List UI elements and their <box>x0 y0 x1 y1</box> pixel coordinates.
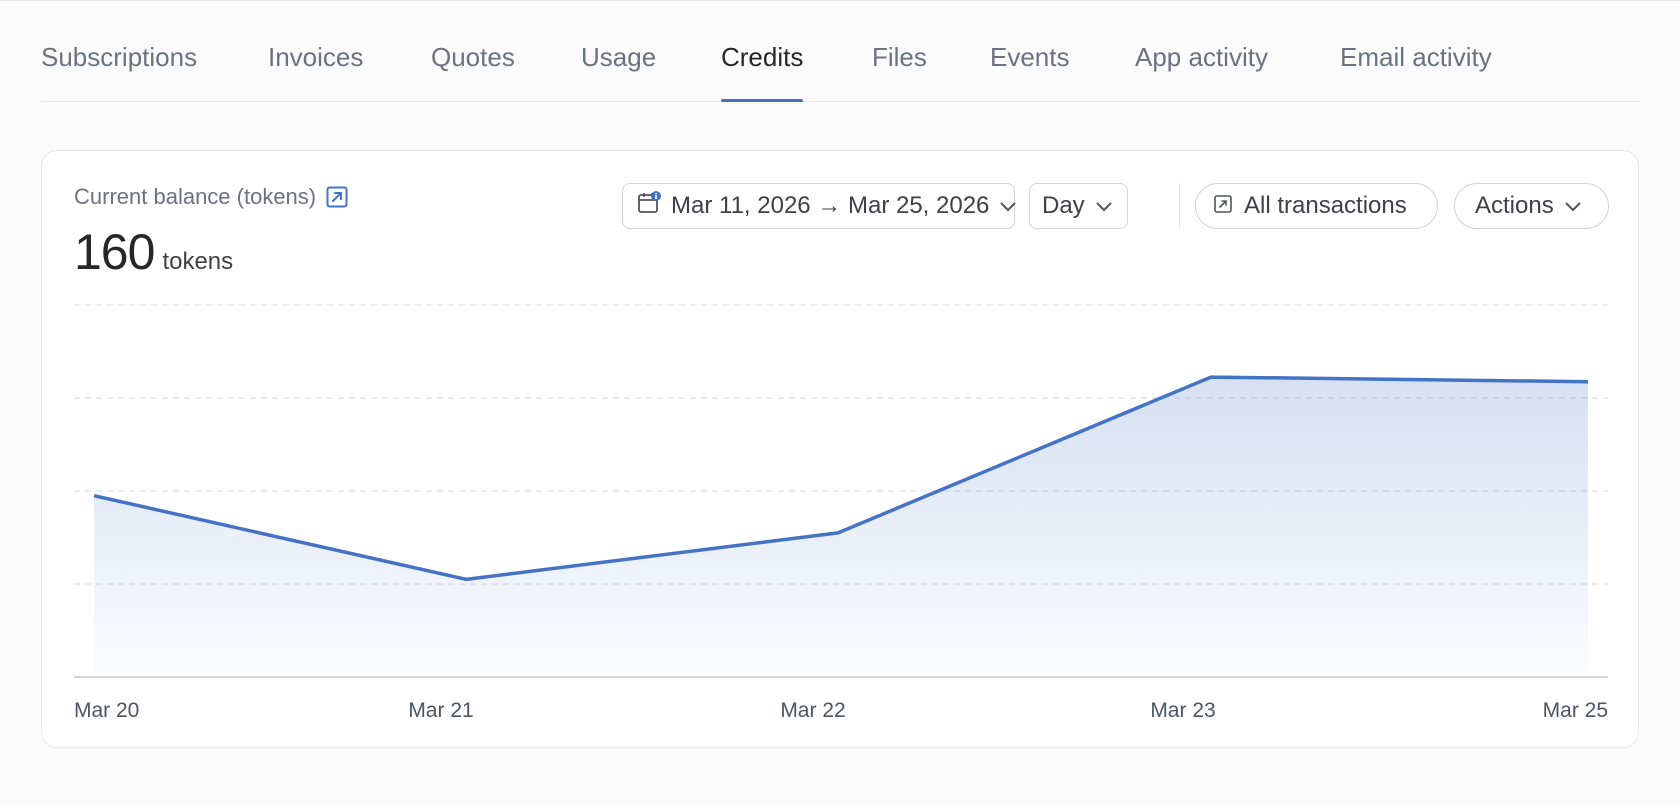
tab-events[interactable]: Events <box>990 42 1070 101</box>
x-tick-label: Mar 23 <box>1150 699 1215 722</box>
tab-files[interactable]: Files <box>872 42 927 101</box>
tab-quotes[interactable]: Quotes <box>431 42 515 101</box>
tab-invoices[interactable]: Invoices <box>268 42 363 101</box>
x-tick-label: Mar 21 <box>408 699 473 722</box>
tab-app-activity[interactable]: App activity <box>1135 42 1268 101</box>
x-tick-label: Mar 20 <box>74 699 139 722</box>
balance-area-fill <box>94 377 1588 675</box>
x-tick-label: Mar 25 <box>1543 699 1608 722</box>
x-tick-label: Mar 22 <box>780 699 845 722</box>
tab-credits[interactable]: Credits <box>721 42 804 102</box>
credits-balance-card: Current balance (tokens) 160 tokens Mar … <box>41 150 1639 748</box>
tab-email-activity[interactable]: Email activity <box>1340 42 1492 101</box>
tab-bar: Subscriptions Invoices Quotes Usage Cred… <box>41 0 1641 102</box>
tab-usage[interactable]: Usage <box>581 42 656 101</box>
tab-subscriptions[interactable]: Subscriptions <box>41 42 197 101</box>
balance-area-chart: Mar 20 Mar 21 Mar 22 Mar 23 Mar 25 <box>74 304 1608 722</box>
